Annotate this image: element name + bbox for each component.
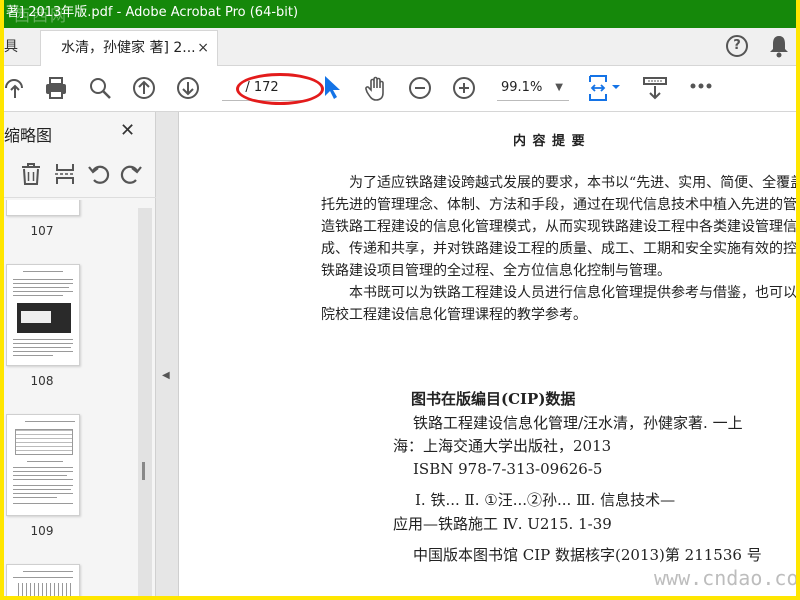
rotate-clockwise-icon[interactable] xyxy=(120,162,142,186)
next-page-icon[interactable] xyxy=(176,76,200,100)
more-options-icon[interactable] xyxy=(690,82,712,90)
zoom-out-icon[interactable] xyxy=(408,76,432,100)
page-thumbnail[interactable] xyxy=(6,414,80,516)
hand-tool-icon[interactable] xyxy=(364,76,388,102)
upload-icon[interactable] xyxy=(4,76,26,100)
zoom-value: 99.1% xyxy=(501,80,543,95)
text-line: 造铁路工程建设的信息化管理模式，从而实现铁路建设工程中各类建设管理信息的集 xyxy=(321,219,796,235)
close-icon[interactable]: × xyxy=(197,31,209,65)
text-line: 海：上海交通大学出版社，2013 xyxy=(393,437,612,455)
text-line: 本书既可以为铁路工程建设人员进行信息化管理提供参考与借鉴，也可以作为高等 xyxy=(349,285,796,301)
summary-paragraph-1: 为了适应铁路建设跨越式发展的要求，本书以“先进、实用、简便、全覆盖”为原则，借 … xyxy=(321,172,796,282)
help-icon[interactable]: ? xyxy=(726,35,748,57)
text-line: 为了适应铁路建设跨越式发展的要求，本书以“先进、实用、简便、全覆盖”为原则，借 xyxy=(349,175,796,191)
site-watermark-top: 西西网 xyxy=(14,6,69,25)
thumbnail-page-label: 108 xyxy=(30,374,54,388)
highlight-ellipse xyxy=(236,73,324,105)
select-cursor-icon[interactable] xyxy=(322,74,342,100)
thumbnail-scrollbar[interactable] xyxy=(138,208,152,596)
text-line: ISBN 978-7-313-09626-5 xyxy=(413,460,603,478)
thumbnail-toolbar xyxy=(4,152,156,198)
print-icon[interactable] xyxy=(44,76,68,100)
scroll-mode-icon[interactable] xyxy=(642,76,668,102)
text-line: Ⅰ. 铁... Ⅱ. ①汪...②孙... Ⅲ. 信息技术— xyxy=(415,491,676,509)
cip-classification: Ⅰ. 铁... Ⅱ. ①汪...②孙... Ⅲ. 信息技术— 应用—铁路施工 Ⅳ… xyxy=(393,488,675,536)
thumbnails-panel: 缩略图 ✕ 107 108 109 xyxy=(4,112,156,596)
delete-icon[interactable] xyxy=(20,162,42,186)
collapse-panel-icon[interactable]: ◀ xyxy=(162,370,170,381)
thumbnail-list: 107 108 109 xyxy=(4,200,134,596)
thumbnail-page-label: 109 xyxy=(30,524,54,538)
text-line: 铁路工程建设信息化管理/汪水清，孙健家著. 一上 xyxy=(413,414,743,432)
main-toolbar: / 172 99.1% ▼ xyxy=(4,66,796,112)
tab-document-label: 水清，孙健家 著] 2... xyxy=(61,40,196,56)
site-watermark: www.cndao.com xyxy=(654,566,796,590)
acrobat-window: 著] 2013年版.pdf - Adobe Acrobat Pro (64-bi… xyxy=(4,0,796,596)
rotate-counterclockwise-icon[interactable] xyxy=(88,162,110,186)
cip-title: 图书在版编目(CIP)数据 xyxy=(411,390,576,408)
previous-page-icon[interactable] xyxy=(132,76,156,100)
summary-paragraph-2: 本书既可以为铁路工程建设人员进行信息化管理提供参考与借鉴，也可以作为高等 院校工… xyxy=(321,282,796,326)
text-line: 托先进的管理理念、体制、方法和手段，通过在现代信息技术中植入先进的管理理念，构 xyxy=(321,197,796,213)
page-thumbnail[interactable] xyxy=(6,200,80,216)
chevron-down-icon: ▼ xyxy=(555,82,563,93)
text-line: 应用—铁路施工 Ⅳ. U215. 1-39 xyxy=(393,515,612,533)
page-thumbnail[interactable] xyxy=(6,264,80,366)
text-line: 院校工程建设信息化管理课程的教学参考。 xyxy=(321,307,587,323)
cip-footer: 中国版本图书馆 CIP 数据核字(2013)第 211536 号 xyxy=(413,546,762,564)
text-line: 成、传递和共享，并对铁路建设工程的质量、成工、工期和安全实施有效的控制，进而实现 xyxy=(321,241,796,257)
page-heading: 内 容 提 要 xyxy=(513,134,586,149)
page-thumbnail[interactable] xyxy=(6,564,80,596)
thumbnail-page-label: 107 xyxy=(30,224,54,238)
text-line: 铁路建设项目管理的全过程、全方位信息化控制与管理。 xyxy=(321,263,671,279)
panel-title: 缩略图 xyxy=(4,126,53,145)
pdf-page: 内 容 提 要 为了适应铁路建设跨越式发展的要求，本书以“先进、实用、简便、全覆… xyxy=(178,112,796,596)
tab-bar: 具 水清，孙健家 著] 2... × ? xyxy=(4,28,796,66)
tab-document[interactable]: 水清，孙健家 著] 2... × xyxy=(40,30,218,66)
extract-pages-icon[interactable] xyxy=(54,162,76,186)
zoom-search-icon[interactable] xyxy=(88,76,112,100)
bell-icon[interactable] xyxy=(768,34,790,58)
fit-page-icon[interactable] xyxy=(588,74,622,102)
document-viewport[interactable]: ◀ 内 容 提 要 为了适应铁路建设跨越式发展的要求，本书以“先进、实用、简便、… xyxy=(156,112,796,596)
window-title-bar: 著] 2013年版.pdf - Adobe Acrobat Pro (64-bi… xyxy=(4,0,796,28)
zoom-in-icon[interactable] xyxy=(452,76,476,100)
scrollbar-thumb[interactable] xyxy=(142,462,145,480)
cip-record: 铁路工程建设信息化管理/汪水清，孙健家著. 一上 海：上海交通大学出版社，201… xyxy=(393,412,743,481)
zoom-select[interactable]: 99.1% ▼ xyxy=(497,77,569,101)
tab-tools[interactable]: 具 xyxy=(4,28,38,66)
close-panel-icon[interactable]: ✕ xyxy=(120,120,135,141)
